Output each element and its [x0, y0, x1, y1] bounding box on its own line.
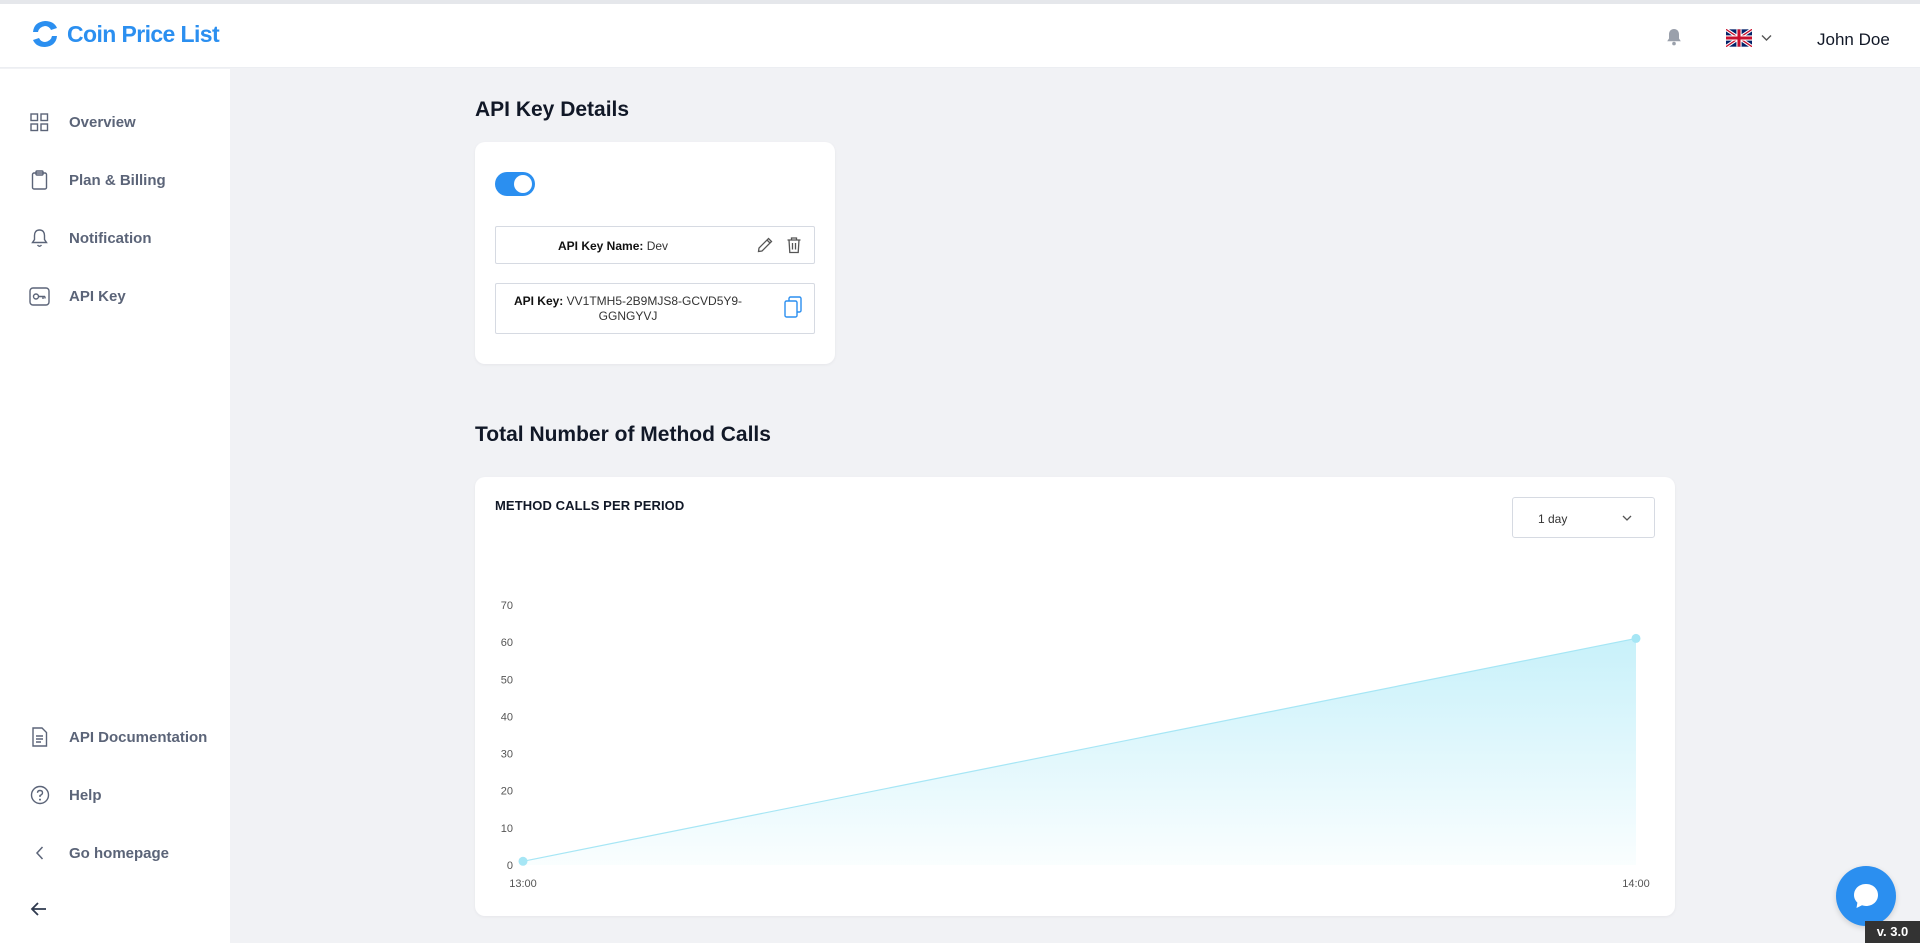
y-tick-label: 20: [501, 786, 513, 798]
chat-bubble-icon: [1854, 884, 1878, 908]
help-icon: [29, 785, 50, 806]
sidebar-item-overview[interactable]: Overview: [29, 110, 136, 134]
sidebar-item-notification[interactable]: Notification: [29, 226, 152, 250]
y-tick-label: 30: [501, 749, 513, 761]
sidebar-item-label: API Key: [69, 287, 126, 305]
sidebar-item-go-homepage[interactable]: Go homepage: [29, 841, 169, 865]
sidebar-item-plan-billing[interactable]: Plan & Billing: [29, 168, 166, 192]
y-tick-label: 40: [501, 711, 513, 723]
api-key-name-field: API Key Name: Dev: [495, 226, 815, 264]
y-tick-label: 10: [501, 823, 513, 835]
data-point[interactable]: [518, 856, 528, 866]
uk-flag-icon[interactable]: [1726, 29, 1752, 47]
y-tick-label: 70: [501, 600, 513, 612]
sidebar: Overview Plan & Billing Notification API…: [0, 69, 230, 943]
data-point[interactable]: [1631, 633, 1641, 643]
trash-icon[interactable]: [786, 236, 802, 254]
grid-icon: [29, 112, 50, 133]
api-key-label: API Key:: [513, 294, 564, 308]
toggle-knob: [514, 175, 532, 193]
notification-bell-icon[interactable]: [1666, 28, 1682, 46]
api-key-card: API Key Name: Dev API Key: VV1TMH5-2B9MJ…: [475, 142, 835, 364]
x-tick-label: 13:00: [509, 878, 537, 890]
sidebar-item-api-documentation[interactable]: API Documentation: [29, 725, 207, 749]
collapse-sidebar-arrow-icon[interactable]: [29, 899, 49, 919]
sidebar-item-label: API Documentation: [69, 728, 208, 746]
document-icon: [29, 727, 50, 748]
edit-pencil-icon[interactable]: [756, 236, 774, 254]
clipboard-icon: [29, 170, 50, 191]
api-key-details-title: API Key Details: [475, 98, 630, 121]
x-tick-label: 14:00: [1622, 878, 1650, 890]
api-key-field: API Key: VV1TMH5-2B9MJS8-GCVD5Y9-GGNGYVJ: [495, 283, 815, 334]
sidebar-item-api-key[interactable]: API Key: [29, 284, 126, 308]
sidebar-item-label: Go homepage: [69, 844, 170, 862]
app-header: Coin Price List John Doe: [0, 4, 1920, 68]
api-key-name: API Key Name: Dev: [558, 239, 668, 253]
y-tick-label: 60: [501, 637, 513, 649]
key-icon: [29, 286, 50, 307]
api-key-toggle[interactable]: [495, 172, 535, 196]
method-calls-area-chart: 0 10 20 30 40 50 60 70 13:00 14:00: [501, 600, 1650, 890]
api-key-name-label: API Key Name:: [558, 239, 644, 253]
user-name[interactable]: John Doe: [1817, 30, 1890, 50]
api-key-value[interactable]: VV1TMH5-2B9MJS8-GCVD5Y9-GGNGYVJ: [567, 294, 742, 323]
sidebar-item-label: Notification: [69, 229, 152, 247]
version-badge: v. 3.0: [1865, 921, 1920, 943]
bell-icon: [29, 228, 50, 249]
chevron-down-icon[interactable]: [1761, 34, 1772, 42]
sidebar-item-label: Plan & Billing: [69, 171, 166, 189]
api-key: API Key: VV1TMH5-2B9MJS8-GCVD5Y9-GGNGYVJ: [508, 294, 748, 324]
y-tick-label: 0: [507, 860, 513, 872]
sidebar-item-label: Help: [69, 786, 102, 804]
method-calls-title: Total Number of Method Calls: [475, 423, 771, 446]
copy-icon[interactable]: [784, 296, 802, 318]
sidebar-item-label: Overview: [69, 113, 136, 131]
y-tick-label: 50: [501, 674, 513, 686]
logo[interactable]: Coin Price List: [29, 18, 220, 50]
chat-support-button[interactable]: [1836, 866, 1896, 926]
logo-mark-icon: [33, 21, 57, 47]
chevron-left-icon: [29, 843, 50, 864]
api-key-name-value: Dev: [646, 239, 669, 253]
sidebar-item-help[interactable]: Help: [29, 783, 102, 807]
method-calls-chart-card: METHOD CALLS PER PERIOD 1 day 0 10 20 30 40 5…: [475, 477, 1675, 916]
app-title: Coin Price List: [67, 20, 220, 47]
